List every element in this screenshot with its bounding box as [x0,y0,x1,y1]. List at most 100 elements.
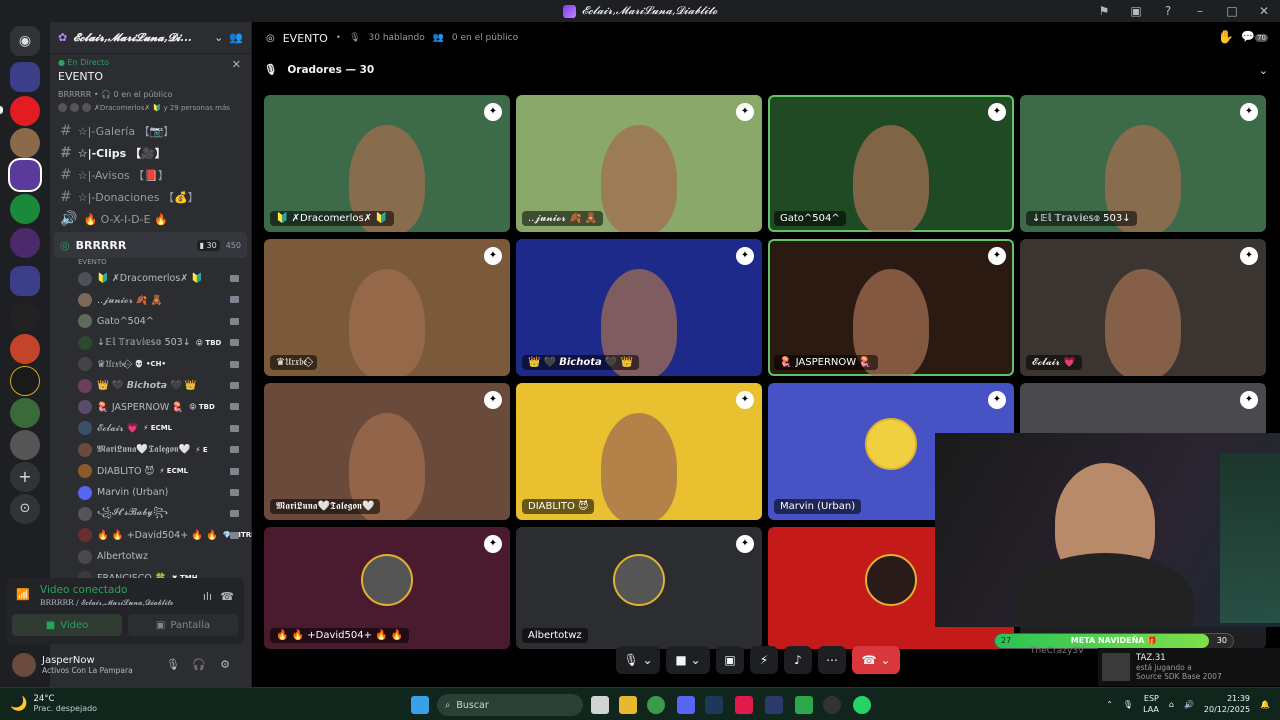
spotlight-icon[interactable]: ✦ [1240,103,1258,121]
server-icon[interactable] [10,430,40,460]
video-tile[interactable]: ✦ 👑 🖤 𝘽𝙞𝙘𝙝𝙤𝙩𝙖 🖤 👑 [516,239,762,376]
server-icon[interactable] [10,128,40,158]
video-tile[interactable]: ✦ 𝕸𝖆𝖗𝖎𝕷𝖚𝖓𝖆🤍𝕿𝖆𝖑𝖊𝖌𝖔𝖓🤍 [264,383,510,520]
headphones-icon[interactable]: 🎧 [192,658,206,672]
inbox-icon[interactable]: ⚑ [1088,4,1120,18]
chrome-icon[interactable] [647,696,665,714]
voice-member[interactable]: ..𝓳𝓾𝓷𝓲𝓸𝓻 🍂 🧸 [50,289,251,310]
screen-icon[interactable]: ▣ [1120,4,1152,18]
voice-member[interactable]: ↓𝔼𝕝 𝕋𝕣𝕒𝕧𝕚𝕖𝕤𝕠 503↓ 😝 TBD [50,332,251,353]
server-icon[interactable] [10,194,40,224]
server-icon[interactable] [10,96,40,126]
activity-button[interactable]: ⚡ [750,646,778,674]
raise-hand-icon[interactable]: ✋ [1218,30,1234,45]
video-tile[interactable]: ✦ 🔰 ✗Dracomerlos✗ 🔰 [264,95,510,232]
server-header[interactable]: ✿ 𝓔𝓬𝓵𝓪𝓲𝓻,𝓜𝓪𝓻𝓲𝓛𝓾𝓷𝓪,𝓓𝓲... ⌄ 👥 [50,22,251,54]
voice-member[interactable]: 𝕸𝖆𝖗𝖎𝕷𝖚𝖓𝖆🤍𝕿𝖆𝖑𝖊𝖌𝖔𝖓🤍 ⚡ E [50,439,251,460]
xbox-icon[interactable] [795,696,813,714]
close-icon[interactable]: ✕ [232,58,241,71]
weather-widget[interactable]: 🌙 24°C Prac. despejado [10,694,97,713]
channel-item[interactable]: # ☆|-Clips 【🎥】 [50,142,251,164]
leave-call-button[interactable]: ☎ ⌄ [852,646,900,674]
clock[interactable]: 21:39 20/12/2025 [1204,693,1250,715]
voice-member[interactable]: 🪼 JASPERNOW 🪼 😝 TBD [50,396,251,417]
folder-icon[interactable] [10,266,40,296]
disconnect-icon[interactable]: ☎ [220,590,234,603]
video-tile[interactable]: ✦ DIABLITO 😈 [516,383,762,520]
screen-share-button[interactable]: ▣ Pantalla [128,614,238,636]
voice-member[interactable]: Albertotwz [50,546,251,567]
voice-member[interactable]: ♛𝔘𝔯𝔵𝔟𝔢-⃟ 💀 •CH• [50,354,251,375]
server-icon[interactable] [10,398,40,428]
chevron-down-icon[interactable]: ⌄ [1259,64,1268,77]
server-icon[interactable] [10,228,40,258]
soundboard-button[interactable]: ♪ [784,646,812,674]
folder-icon[interactable] [10,62,40,92]
spotlight-icon[interactable]: ✦ [1240,247,1258,265]
server-icon[interactable] [10,366,40,396]
channel-item[interactable]: # ☆|-Avisos 【📕】 [50,164,251,186]
notifications-icon[interactable]: 💬 70 [1241,30,1268,43]
video-tile[interactable]: ✦ Albertotwz [516,527,762,649]
spotlight-icon[interactable]: ✦ [736,391,754,409]
tiktok-icon[interactable] [735,696,753,714]
channel-item[interactable]: # ☆|-Donaciones 【💰】 [50,186,251,208]
search-input[interactable]: ⌕ Buscar [437,694,583,716]
network-icon[interactable]: ⌂ [1169,700,1174,709]
obs-icon[interactable] [823,696,841,714]
start-icon[interactable] [411,696,429,714]
video-tile[interactable]: ✦ ♛𝔘𝔯𝔵𝔟𝔢-⃟ [264,239,510,376]
voice-member[interactable]: 👑 🖤 𝘽𝙞𝙘𝙝𝙤𝙩𝙖 🖤 👑 [50,375,251,396]
mute-button[interactable]: 🎙 ⌄ [616,646,660,674]
spotlight-icon[interactable]: ✦ [1240,391,1258,409]
spotlight-icon[interactable]: ✦ [736,247,754,265]
volume-icon[interactable]: 🔊 [1184,700,1194,709]
live-event-card[interactable]: ● En Directo EVENTO BRRRRR • 🎧 0 en el p… [50,54,251,120]
camera-button[interactable]: ■ ⌄ [666,646,710,674]
chevron-up-icon[interactable]: ⌃ [1106,700,1113,709]
video-tile[interactable]: ✦ 🪼 JASPERNOW 🪼 [768,239,1014,376]
spotlight-icon[interactable]: ✦ [484,247,502,265]
discord-app-icon[interactable] [677,696,695,714]
voice-member[interactable]: 𝓔𝓬𝓵𝓪𝓲𝓻 💗 ⚡ ECML [50,418,251,439]
language-indicator[interactable]: ESP LAA [1143,693,1159,715]
add-server-icon[interactable]: + [10,462,40,492]
spotlight-icon[interactable]: ✦ [484,103,502,121]
minimize-button[interactable]: – [1184,4,1216,18]
speakers-header[interactable]: 🎙 Oradores — 30 [264,63,374,77]
video-tile[interactable]: ✦ ↓𝔼𝕝 𝕋𝕣𝕒𝕧𝕚𝕖𝕤𝕠 503↓ [1020,95,1266,232]
screen-share-button[interactable]: ▣ [716,646,744,674]
steam-icon[interactable] [705,696,723,714]
gear-icon[interactable]: ⚙ [218,658,232,672]
whatsapp-icon[interactable] [853,696,871,714]
spotlight-icon[interactable]: ✦ [736,535,754,553]
more-button[interactable]: ⋯ [818,646,846,674]
voice-member[interactable]: Marvin (Urban) [50,482,251,503]
voice-member[interactable]: ꧁𝓘𝓽'𝓼𝓑𝓪𝓫𝔂꧂ [50,503,251,524]
server-icon[interactable] [10,302,40,332]
video-tile[interactable]: ✦ Gato^504^ [768,95,1014,232]
help-icon[interactable]: ? [1152,4,1184,18]
spotlight-icon[interactable]: ✦ [988,103,1006,121]
noise-suppression-icon[interactable]: ılı [203,590,212,603]
voice-member[interactable]: DIABLITO 😈 ⚡ ECML [50,461,251,482]
microphone-icon[interactable]: 🎙 [166,658,180,672]
close-button[interactable]: ✕ [1248,4,1280,18]
microphone-icon[interactable]: 🎙 [1123,700,1133,709]
spotlight-icon[interactable]: ✦ [988,391,1006,409]
avatar[interactable] [12,653,36,677]
video-tile[interactable]: ✦ 🔥 🔥 +David504+ 🔥 🔥 [264,527,510,649]
file-explorer-icon[interactable] [619,696,637,714]
task-view-icon[interactable] [591,696,609,714]
app-icon[interactable] [765,696,783,714]
video-tile[interactable]: ✦ ..𝓳𝓾𝓷𝓲𝓸𝓻 🍂 🧸 [516,95,762,232]
notification-icon[interactable]: 🔔 [1260,700,1270,709]
server-icon[interactable] [10,334,40,364]
discord-home-icon[interactable]: ◉ [10,26,40,56]
spotlight-icon[interactable]: ✦ [736,103,754,121]
voice-member[interactable]: 🔰 ✗Dracomerlos✗ 🔰 [50,268,251,289]
spotlight-icon[interactable]: ✦ [988,247,1006,265]
discover-icon[interactable]: ⊙ [10,494,40,524]
spotlight-icon[interactable]: ✦ [484,391,502,409]
server-icon[interactable] [10,160,40,190]
